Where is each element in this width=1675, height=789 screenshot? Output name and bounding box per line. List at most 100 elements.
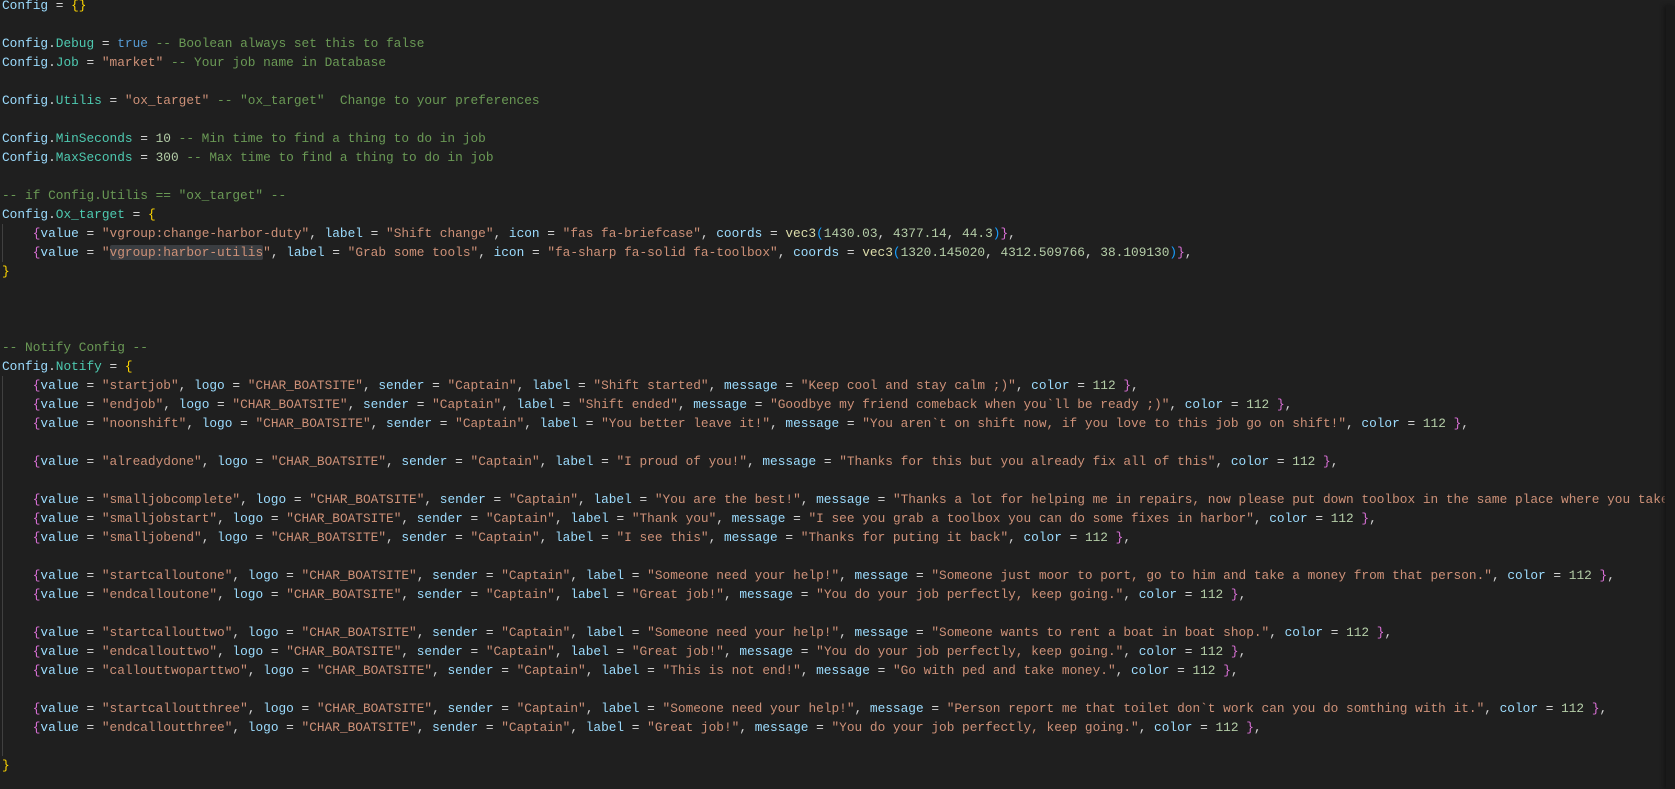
code-line[interactable]: Config = {} (0, 0, 1665, 15)
code-line[interactable]: {value = "noonshift", logo = "CHAR_BOATS… (0, 414, 1665, 433)
code-line[interactable]: {value = "vgroup:harbor-utilis", label =… (0, 243, 1665, 262)
string-literal: "Captain" (485, 511, 555, 526)
code-line[interactable] (0, 737, 1665, 756)
operator: , (723, 587, 740, 602)
identifier: label (555, 530, 594, 545)
operator: , (777, 245, 794, 260)
operator: = (78, 226, 102, 241)
code-line[interactable] (0, 547, 1665, 566)
string-literal: "Someone need your help!" (647, 625, 840, 640)
code-line[interactable]: Config.Debug = true -- Boolean always se… (0, 34, 1665, 53)
code-line[interactable]: {value = "smalljobcomplete", logo = "CHA… (0, 490, 1665, 509)
code-line[interactable] (0, 110, 1665, 129)
string-literal: "Captain" (432, 397, 502, 412)
string-literal: "endcalloutone" (101, 587, 218, 602)
code-line[interactable] (0, 471, 1665, 490)
code-line[interactable]: {value = "startcallouttwo", logo = "CHAR… (0, 623, 1665, 642)
operator: = (908, 625, 932, 640)
code-line[interactable]: -- if Config.Utilis == "ox_target" -- (0, 186, 1665, 205)
code-line[interactable]: Config.MinSeconds = 10 -- Min time to fi… (0, 129, 1665, 148)
code-line[interactable]: {value = "alreadydone", logo = "CHAR_BOA… (0, 452, 1665, 471)
number-literal: 4312.509766 (1000, 245, 1085, 260)
string-literal: "endjob" (101, 397, 164, 412)
code-line[interactable]: Config.MaxSeconds = 300 -- Max time to f… (0, 148, 1665, 167)
bracket: } (1276, 397, 1285, 412)
operator: = (923, 701, 947, 716)
code-line[interactable]: {value = "smalljobstart", logo = "CHAR_B… (0, 509, 1665, 528)
number-literal: 112 (1346, 625, 1370, 640)
string-literal: "ox_target" (124, 93, 210, 108)
code-line[interactable] (0, 433, 1665, 452)
identifier: logo (263, 663, 294, 678)
code-line[interactable]: -- Notify Config -- (0, 338, 1665, 357)
operator: = (747, 397, 771, 412)
code-line[interactable]: Config.Utilis = "ox_target" -- "ox_targe… (0, 91, 1665, 110)
operator: , (539, 530, 555, 545)
operator: = (478, 625, 502, 640)
code-line[interactable]: } (0, 756, 1665, 775)
code-line[interactable] (0, 15, 1665, 34)
code-line[interactable] (0, 319, 1665, 338)
code-line[interactable]: Config.Notify = { (0, 357, 1665, 376)
string-literal: "fa-sharp fa-solid fa-toolbox" (547, 245, 778, 260)
identifier: color (1154, 720, 1193, 735)
operator: , (555, 644, 571, 659)
operator: = (78, 492, 102, 507)
number-literal: 10 (155, 131, 171, 146)
operator: , (1346, 416, 1362, 431)
code-line[interactable]: } (0, 262, 1665, 281)
operator: , (1115, 663, 1131, 678)
operator: , (270, 245, 287, 260)
code-line[interactable]: {value = "smalljobend", logo = "CHAR_BOA… (0, 528, 1665, 547)
string-literal: "I see this" (616, 530, 709, 545)
number-literal: 112 (1422, 416, 1446, 431)
code-line[interactable]: {value = "startjob", logo = "CHAR_BOATSI… (0, 376, 1665, 395)
operator: , (1123, 644, 1139, 659)
operator: = (78, 397, 102, 412)
identifier: logo (255, 492, 287, 507)
code-line[interactable]: {value = "callouttwoparttwo", logo = "CH… (0, 661, 1665, 680)
number-literal: 112 (1246, 397, 1270, 412)
operator: , (854, 701, 870, 716)
string-literal: "startcalloutthree" (101, 701, 248, 716)
operator: , (1253, 511, 1270, 526)
code-line[interactable] (0, 604, 1665, 623)
operator: , (985, 245, 1001, 260)
operator: , (570, 625, 586, 640)
string-literal: "Captain" (470, 454, 540, 469)
bracket: } (1123, 378, 1132, 393)
operator: = (555, 397, 579, 412)
operator: = (94, 36, 118, 51)
code-line[interactable] (0, 680, 1665, 699)
string-literal: "Thank you" (631, 511, 717, 526)
code-line[interactable] (0, 281, 1665, 300)
code-line[interactable]: Config.Ox_target = { (0, 205, 1665, 224)
vertical-scrollbar[interactable] (1666, 6, 1675, 789)
string-literal: "You aren`t on shift now, if you love to… (862, 416, 1347, 431)
code-line[interactable]: Config.Job = "market" -- Your job name i… (0, 53, 1665, 72)
operator (1446, 416, 1454, 431)
operator (1369, 625, 1377, 640)
operator: = (447, 454, 471, 469)
code-line[interactable]: {value = "vgroup:change-harbor-duty", la… (0, 224, 1665, 243)
code-line[interactable] (0, 167, 1665, 186)
operator: = (78, 587, 102, 602)
code-line[interactable]: {value = "endcalloutone", logo = "CHAR_B… (0, 585, 1665, 604)
code-line[interactable]: {value = "endcalloutthree", logo = "CHAR… (0, 718, 1665, 737)
code-line[interactable]: {value = "endjob", logo = "CHAR_BOATSITE… (0, 395, 1665, 414)
code-line[interactable] (0, 72, 1665, 91)
identifier: label (585, 720, 625, 735)
operator: , (1230, 663, 1239, 678)
operator: . (48, 359, 56, 374)
code-line[interactable] (0, 300, 1665, 319)
code-editor[interactable]: Config = {} Config.Debug = true -- Boolea… (0, 0, 1665, 789)
string-literal: "Captain" (516, 663, 586, 678)
code-line[interactable]: {value = "endcallouttwo", logo = "CHAR_B… (0, 642, 1665, 661)
code-line[interactable]: {value = "startcalloutthree", logo = "CH… (0, 699, 1665, 718)
operator: , (946, 226, 963, 241)
code-line[interactable]: {value = "startcalloutone", logo = "CHAR… (0, 566, 1665, 585)
identifier: Config (2, 207, 49, 222)
operator: , (1169, 397, 1185, 412)
identifier: message (723, 378, 778, 393)
identifier: logo (217, 530, 248, 545)
